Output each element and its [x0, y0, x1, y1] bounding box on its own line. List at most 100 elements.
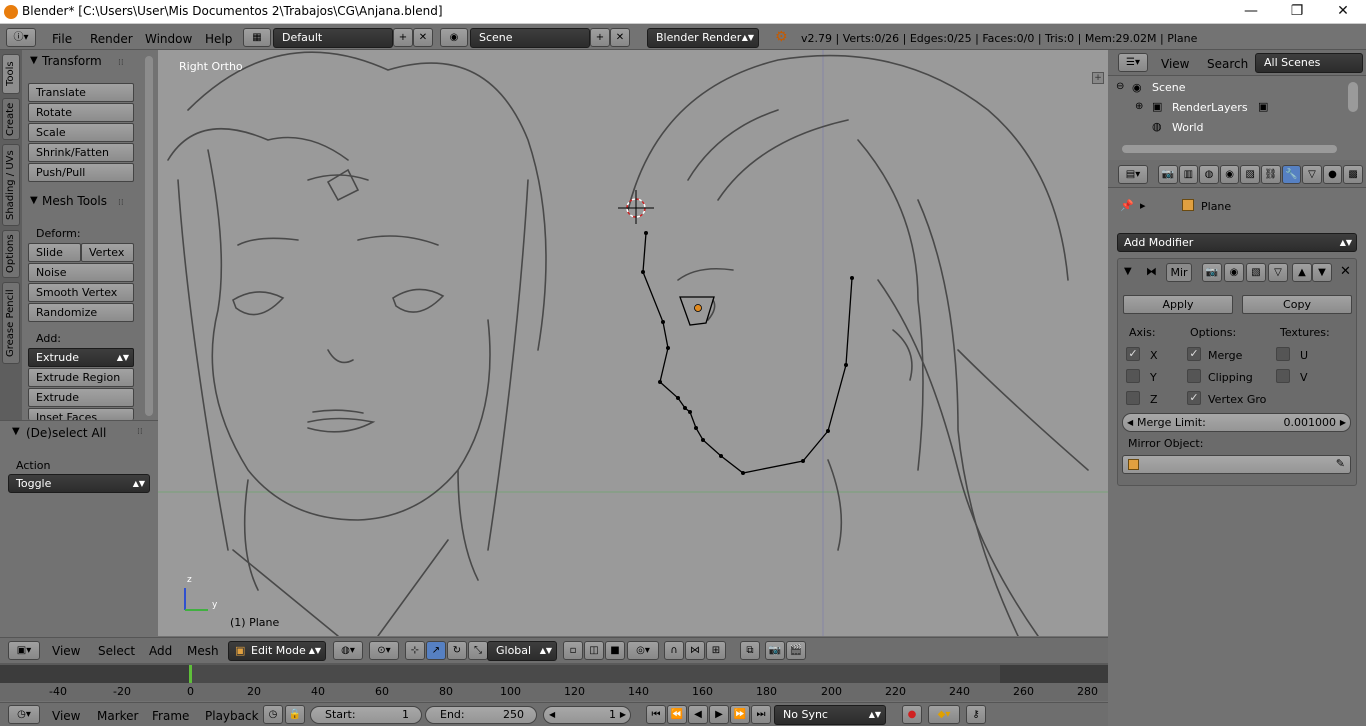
- render-toggle-icon[interactable]: 📷: [1202, 263, 1222, 282]
- preview-range-icon[interactable]: ◷: [263, 705, 283, 724]
- record-icon[interactable]: ●: [902, 705, 922, 724]
- scale-manipulator-icon[interactable]: ⤡: [468, 641, 488, 660]
- timeline-menu-view[interactable]: View: [52, 709, 80, 723]
- add-modifier-select[interactable]: Add Modifier ▲▼: [1117, 233, 1357, 252]
- jump-end-icon[interactable]: ⏭: [751, 705, 771, 724]
- extrude-region-button[interactable]: Extrude Region: [28, 368, 134, 387]
- texture-tab-icon[interactable]: ▩: [1343, 165, 1363, 184]
- data-tab-icon[interactable]: ▽: [1302, 165, 1322, 184]
- mesh-tools-panel-header[interactable]: ▼ Mesh Tools: [22, 191, 158, 211]
- texture-v-checkbox[interactable]: [1276, 369, 1290, 383]
- add-scene-icon[interactable]: +: [590, 28, 610, 47]
- proportional-edit-icon[interactable]: ◎▾: [627, 641, 659, 660]
- timeline-menu-marker[interactable]: Marker: [97, 709, 138, 723]
- translate-button[interactable]: Translate: [28, 83, 134, 102]
- start-frame-field[interactable]: Start: 1: [310, 706, 422, 724]
- collapse-icon[interactable]: ▼: [1124, 266, 1132, 277]
- layout-field[interactable]: Default: [273, 28, 393, 48]
- render-engine-select[interactable]: Blender Render ▲▼: [647, 28, 759, 48]
- remove-modifier-icon[interactable]: ✕: [1340, 264, 1351, 279]
- menu-view[interactable]: View: [52, 644, 80, 658]
- collapse-icon[interactable]: ⊖: [1116, 81, 1124, 92]
- pin-icon[interactable]: 📌: [1120, 199, 1134, 212]
- tab-shading-uvs[interactable]: Shading / UVs: [2, 144, 20, 226]
- menu-select[interactable]: Select: [98, 644, 135, 658]
- manipulator-icon[interactable]: ⊹: [405, 641, 425, 660]
- noise-button[interactable]: Noise: [28, 263, 134, 282]
- slide-edge-button[interactable]: Slide Ed: [28, 243, 81, 276]
- drag-handle-icon[interactable]: ⁞⁞: [137, 427, 143, 437]
- vertex-select-icon[interactable]: ▫: [563, 641, 583, 660]
- increment-icon[interactable]: ▶: [1340, 414, 1346, 431]
- material-tab-icon[interactable]: ●: [1322, 165, 1343, 184]
- randomize-button[interactable]: Randomize: [28, 303, 134, 322]
- keyframe-icon[interactable]: ⚷: [966, 705, 986, 724]
- menu-window[interactable]: Window: [145, 32, 192, 46]
- constraints-tab-icon[interactable]: ⛓: [1260, 165, 1281, 184]
- sync-select[interactable]: No Sync ▲▼: [774, 705, 886, 725]
- rotate-button[interactable]: Rotate: [28, 103, 134, 122]
- eyedropper-icon[interactable]: ✎: [1336, 457, 1345, 470]
- mode-select[interactable]: ▣ Edit Mode ▲▼: [228, 641, 326, 661]
- prev-keyframe-icon[interactable]: ⏪: [667, 705, 687, 724]
- next-keyframe-icon[interactable]: ⏩: [730, 705, 750, 724]
- snap-element-icon[interactable]: ⋈: [685, 641, 705, 660]
- outliner-menu-search[interactable]: Search: [1207, 57, 1248, 71]
- pivot-point-icon[interactable]: ⊙▾: [369, 641, 399, 660]
- axis-y-checkbox[interactable]: [1126, 369, 1140, 383]
- apply-button[interactable]: Apply: [1123, 295, 1233, 314]
- render-tab-icon[interactable]: 📷: [1158, 165, 1178, 184]
- outliner-scrollbar[interactable]: [1348, 82, 1358, 112]
- drag-handle-icon[interactable]: ⁞⁞: [118, 198, 124, 208]
- outliner-editor-icon[interactable]: ☰▾: [1118, 53, 1148, 72]
- layers-icon[interactable]: ▣: [1258, 100, 1268, 113]
- play-icon[interactable]: ▶: [709, 705, 729, 724]
- scene-tab-icon[interactable]: ◍: [1199, 165, 1219, 184]
- world-tab-icon[interactable]: ◉: [1219, 165, 1240, 184]
- decrement-icon[interactable]: ◀: [549, 707, 555, 723]
- magnet-icon[interactable]: ∩: [664, 641, 684, 660]
- render-still-icon[interactable]: 📷: [765, 641, 785, 660]
- maximize-button[interactable]: ❐: [1274, 0, 1320, 24]
- layout-icon[interactable]: ▦: [243, 28, 271, 47]
- layers-tab-icon[interactable]: ▥: [1178, 165, 1199, 184]
- snap-target-icon[interactable]: ⊞: [706, 641, 726, 660]
- menu-mesh[interactable]: Mesh: [187, 644, 219, 658]
- outliner-item-renderlayers[interactable]: RenderLayers: [1172, 101, 1248, 114]
- occlude-geometry-icon[interactable]: ⧉: [740, 641, 760, 660]
- tab-grease-pencil[interactable]: Grease Pencil: [2, 282, 20, 364]
- expand-icon[interactable]: ⊕: [1135, 101, 1143, 112]
- outliner-hscrollbar[interactable]: [1122, 145, 1337, 153]
- close-button[interactable]: ✕: [1320, 0, 1366, 24]
- object-tab-icon[interactable]: ▧: [1240, 165, 1260, 184]
- axis-x-checkbox[interactable]: ✓: [1126, 347, 1140, 361]
- toggle-properties-icon[interactable]: +: [1092, 72, 1104, 84]
- outliner-scope-select[interactable]: All Scenes: [1255, 53, 1363, 73]
- 3d-view-editor-icon[interactable]: ▣▾: [8, 641, 40, 660]
- tab-create[interactable]: Create: [2, 98, 20, 140]
- extrude-select[interactable]: Extrude ▲▼: [28, 348, 134, 367]
- drag-handle-icon[interactable]: ⁞⁞: [118, 58, 124, 68]
- modifier-tab-icon[interactable]: 🔧: [1281, 165, 1302, 184]
- shrink-fatten-button[interactable]: Shrink/Fatten: [28, 143, 134, 162]
- copy-button[interactable]: Copy: [1242, 295, 1352, 314]
- smooth-vertex-button[interactable]: Smooth Vertex: [28, 283, 134, 302]
- axis-z-checkbox[interactable]: [1126, 391, 1140, 405]
- decrement-icon[interactable]: ◀: [1127, 414, 1133, 431]
- move-down-icon[interactable]: ▼: [1312, 263, 1332, 282]
- cage-toggle-icon[interactable]: ▽: [1268, 263, 1288, 282]
- lock-icon[interactable]: 🔒: [285, 705, 305, 724]
- render-animation-icon[interactable]: 🎬: [786, 641, 806, 660]
- action-select[interactable]: Toggle ▲▼: [8, 474, 150, 493]
- outliner-item-world[interactable]: World: [1172, 121, 1204, 134]
- push-pull-button[interactable]: Push/Pull: [28, 163, 134, 182]
- vertex-group-checkbox[interactable]: ✓: [1187, 391, 1201, 405]
- play-reverse-icon[interactable]: ◀: [688, 705, 708, 724]
- transform-panel-header[interactable]: ▼ Transform: [22, 51, 158, 71]
- 3d-viewport[interactable]: Right Ortho (1) Plane z y +: [158, 50, 1108, 636]
- current-frame-field[interactable]: ◀ 1 ▶: [543, 706, 631, 724]
- end-frame-field[interactable]: End: 250: [425, 706, 537, 724]
- timeline[interactable]: -40 -20 0 20 40 60 80 100 120 140 160 18…: [0, 663, 1108, 701]
- scene-icon[interactable]: ◉: [440, 28, 468, 47]
- current-frame-indicator[interactable]: [189, 665, 192, 683]
